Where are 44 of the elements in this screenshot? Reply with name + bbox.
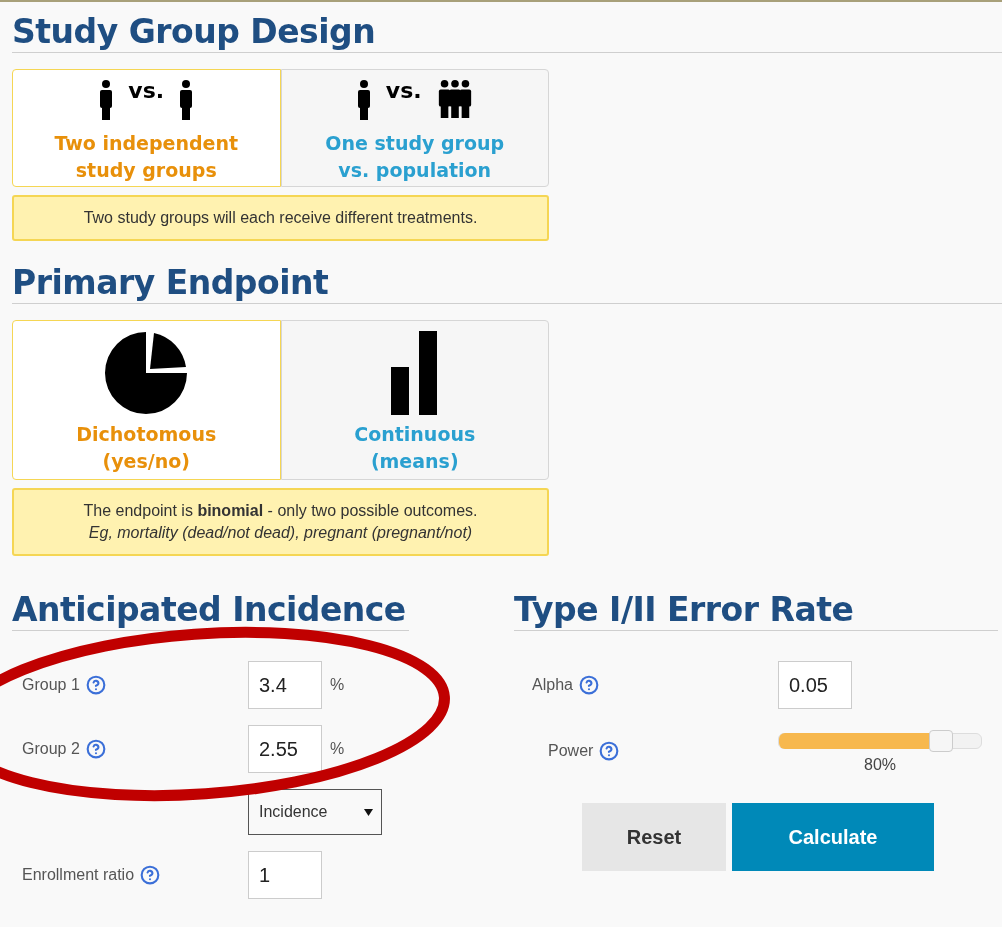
unit-text: % xyxy=(330,739,345,759)
section-heading: Anticipated Incidence xyxy=(12,590,406,630)
note-text: Eg, mortality (dead/not dead), pregnant (pregnant/not) xyxy=(88,523,473,543)
slider-reading: 80% xyxy=(864,755,896,775)
person-icon xyxy=(98,80,115,120)
number-field[interactable]: 0.05 xyxy=(778,661,852,709)
help-icon[interactable] xyxy=(85,739,106,759)
calculate-button[interactable]: Calculate xyxy=(732,803,934,871)
section-heading: Study Group Design xyxy=(12,12,376,52)
field-label: Group 1 xyxy=(22,675,80,695)
field-label: Power xyxy=(548,741,594,761)
caret-icon xyxy=(364,807,373,817)
option-label: Two independent study groups xyxy=(53,131,240,183)
help-icon[interactable] xyxy=(85,675,106,695)
field-label: Group 2 xyxy=(22,739,80,759)
option-label: One study group vs. population xyxy=(324,131,506,183)
person-icon xyxy=(355,80,372,120)
dropdown[interactable]: Incidence xyxy=(248,789,382,835)
option-sublabel: (yes/no) xyxy=(102,449,190,474)
slider-handle[interactable] xyxy=(928,730,953,752)
field-label: Alpha xyxy=(532,675,573,695)
help-icon[interactable] xyxy=(599,741,620,761)
reset-button[interactable]: Reset xyxy=(582,803,726,871)
option-card[interactable]: vs. One study group vs. population xyxy=(280,69,549,187)
versus-text: vs. xyxy=(128,80,165,102)
number-field[interactable]: 1 xyxy=(248,851,322,899)
bar-chart-icon xyxy=(390,331,439,415)
option-card[interactable]: vs. Two independent study groups xyxy=(12,69,281,187)
field-label: Enrollment ratio xyxy=(22,865,135,885)
note-text: The endpoint is binomial - only two possible outcomes. xyxy=(83,501,478,521)
note-text: Two study groups will each receive different treatments. xyxy=(83,208,478,228)
help-icon[interactable] xyxy=(578,675,599,695)
unit-text: % xyxy=(330,675,345,695)
person-icon xyxy=(178,80,195,120)
section-heading: Primary Endpoint xyxy=(12,263,329,303)
section-heading: Type I/II Error Rate xyxy=(514,590,854,630)
number-field[interactable]: 3.4 xyxy=(248,661,322,709)
option-label: Continuous xyxy=(353,422,477,447)
help-icon[interactable] xyxy=(140,865,161,885)
option-label: Dichotomous xyxy=(75,422,218,447)
versus-text: vs. xyxy=(385,80,422,102)
number-field[interactable]: 2.55 xyxy=(248,725,322,773)
pie-chart-icon xyxy=(104,331,189,415)
option-sublabel: (means) xyxy=(370,449,459,474)
